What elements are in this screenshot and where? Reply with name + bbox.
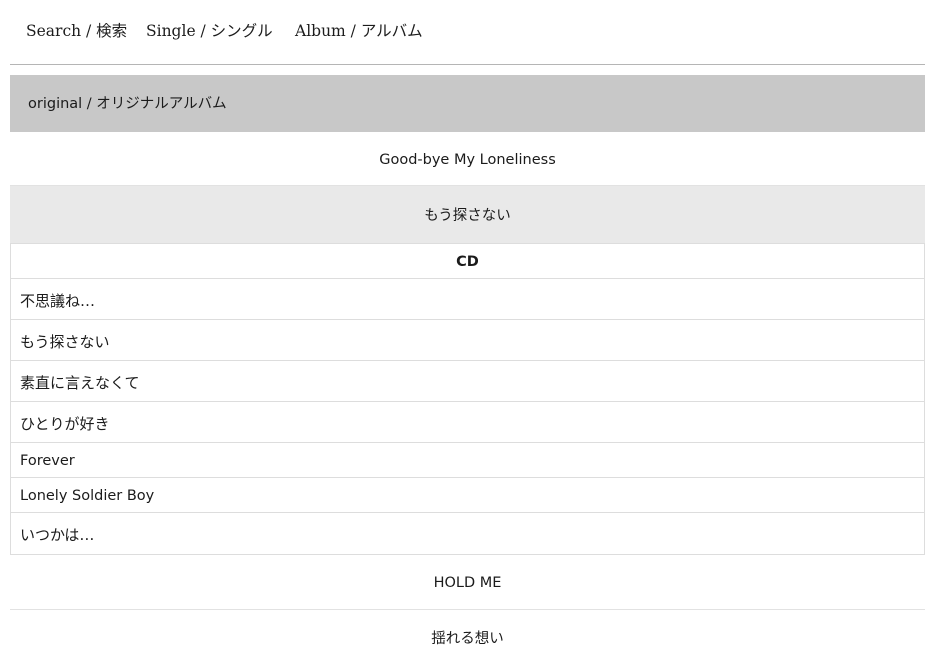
track-row[interactable]: Lonely Soldier Boy	[11, 478, 924, 513]
album-item[interactable]: Good-bye My Loneliness	[10, 132, 925, 186]
nav-search-link[interactable]: Search / 検索	[26, 21, 127, 41]
track-title: 不思議ね…	[20, 292, 96, 310]
track-title: いつかは…	[20, 526, 95, 544]
album-title: 揺れる想い	[431, 631, 504, 647]
nav-album-link[interactable]: Album / アルバム	[295, 21, 423, 41]
track-title: 素直に言えなくて	[20, 374, 140, 392]
album-title: HOLD ME	[433, 575, 502, 591]
track-title: もう探さない	[20, 333, 110, 351]
album-item[interactable]: HOLD ME	[10, 555, 925, 610]
track-row[interactable]: 素直に言えなくて	[11, 361, 924, 402]
track-row[interactable]: もう探さない	[11, 320, 924, 361]
nav-single-link[interactable]: Single / シングル	[146, 21, 273, 41]
track-title: ひとりが好き	[20, 415, 110, 433]
track-table: CD 不思議ね… もう探さない 素直に言えなくて ひとりが好き Forever …	[10, 243, 925, 555]
track-title: Lonely Soldier Boy	[20, 488, 155, 504]
section-header-title: original / オリジナルアルバム	[28, 96, 227, 112]
album-title: Good-bye My Loneliness	[379, 152, 556, 168]
top-nav: Search / 検索 Single / シングル Album / アルバム	[10, 0, 925, 65]
track-table-header: CD	[11, 243, 924, 279]
track-row[interactable]: ひとりが好き	[11, 402, 924, 443]
track-title: Forever	[20, 453, 75, 469]
section-header-original: original / オリジナルアルバム	[10, 75, 925, 132]
track-row[interactable]: いつかは…	[11, 513, 924, 554]
album-title: もう探さない	[424, 208, 511, 224]
track-row[interactable]: 不思議ね…	[11, 279, 924, 320]
track-row[interactable]: Forever	[11, 443, 924, 478]
album-item-expanded[interactable]: もう探さない	[10, 186, 925, 243]
album-item[interactable]: 揺れる想い	[10, 610, 925, 666]
